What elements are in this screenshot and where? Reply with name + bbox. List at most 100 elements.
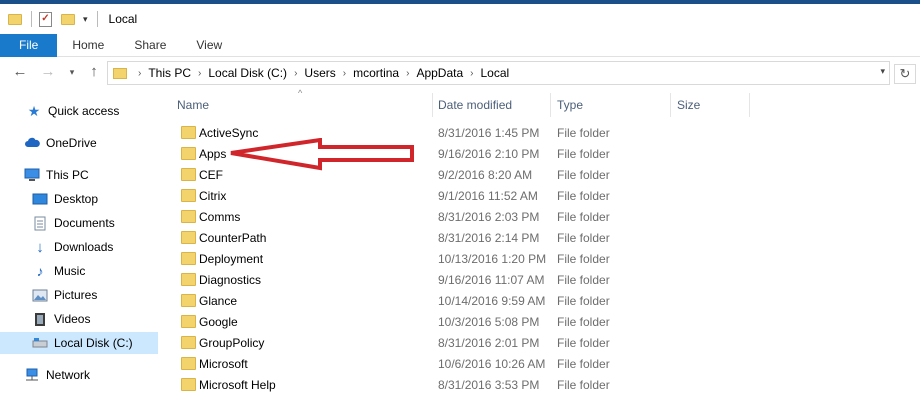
back-arrow-icon[interactable]: ← [10,63,30,80]
table-row[interactable]: CounterPath 8/31/2016 2:14 PM File folde… [158,227,920,248]
up-arrow-icon[interactable]: ↑ [84,63,104,80]
table-row[interactable]: Deployment 10/13/2016 1:20 PM File folde… [158,248,920,269]
folder-icon [181,336,196,349]
column-divider[interactable] [550,93,551,117]
sidebar-item-this-pc[interactable]: This PC [0,164,158,186]
folder-icon [181,294,196,307]
title-bar: ✓ ▾ Local [0,4,920,34]
refresh-icon[interactable]: ↻ [894,64,916,84]
table-row[interactable]: Microsoft Help 8/31/2016 3:53 PM File fo… [158,374,920,395]
customize-quick-access-icon[interactable]: ▾ [83,14,88,25]
sidebar-item-documents[interactable]: Documents [0,212,158,234]
tab-view[interactable]: View [181,34,237,57]
column-header-date-modified[interactable]: Date modified [438,98,512,112]
navigation-pane: ★ Quick access OneDrive This PC Desktop … [0,89,158,395]
folder-icon [181,273,196,286]
chevron-right-icon[interactable]: › [138,68,141,79]
folder-icon [181,210,196,223]
chevron-right-icon[interactable]: › [343,68,346,79]
forward-arrow-icon[interactable]: → [38,63,58,80]
sidebar-item-local-disk[interactable]: Local Disk (C:) [0,332,158,354]
breadcrumb-appdata[interactable]: AppData [416,66,463,80]
sort-ascending-icon: ^ [298,88,303,98]
sidebar-item-label: Music [54,264,86,278]
table-row[interactable]: Microsoft 10/6/2016 10:26 AM File folder [158,353,920,374]
file-type: File folder [557,252,610,266]
toolbar-divider [96,11,98,27]
breadcrumb-local-disk[interactable]: Local Disk (C:) [208,66,287,80]
chevron-right-icon[interactable]: › [406,68,409,79]
column-header-size[interactable]: Size [677,98,700,112]
chevron-right-icon[interactable]: › [470,68,473,79]
table-row[interactable]: Comms 8/31/2016 2:03 PM File folder [158,206,920,227]
tab-share[interactable]: Share [119,34,181,57]
table-row[interactable]: Diagnostics 9/16/2016 11:07 AM File fold… [158,269,920,290]
file-type: File folder [557,126,610,140]
table-row[interactable]: Glance 10/14/2016 9:59 AM File folder [158,290,920,311]
file-date-modified: 9/2/2016 8:20 AM [438,168,533,182]
sidebar-item-label: Documents [54,216,115,230]
column-divider[interactable] [432,93,433,117]
file-date-modified: 8/31/2016 2:14 PM [438,231,540,245]
sidebar-item-label: Pictures [54,288,98,302]
breadcrumb-local[interactable]: Local [481,66,510,80]
file-type: File folder [557,168,610,182]
sidebar-item-label: Desktop [54,192,99,206]
file-type: File folder [557,315,610,329]
file-name: Microsoft Help [199,378,276,392]
cloud-icon [24,136,40,150]
sidebar-item-downloads[interactable]: ↓ Downloads [0,236,158,258]
chevron-right-icon[interactable]: › [198,68,201,79]
breadcrumb-mcortina[interactable]: mcortina [353,66,399,80]
desktop-icon [32,192,48,206]
drive-icon [32,336,48,350]
sidebar-item-quick-access[interactable]: ★ Quick access [0,100,158,122]
sidebar-item-onedrive[interactable]: OneDrive [0,132,158,154]
chevron-down-icon[interactable]: ▾ [880,66,885,77]
file-type: File folder [557,147,610,161]
sidebar-item-label: Videos [54,312,91,326]
window-title: Local [108,12,138,26]
breadcrumb-users[interactable]: Users [304,66,335,80]
sidebar-item-label: Downloads [54,240,114,254]
folder-icon [181,357,196,370]
table-row[interactable]: Google 10/3/2016 5:08 PM File folder [158,311,920,332]
file-date-modified: 8/31/2016 2:03 PM [438,210,540,224]
tab-file[interactable]: File [0,34,58,57]
file-name: GroupPolicy [199,336,265,350]
folder-icon [181,168,196,181]
breadcrumb-this-pc[interactable]: This PC [148,66,191,80]
sidebar-item-label: Quick access [48,104,120,118]
sidebar-item-videos[interactable]: Videos [0,308,158,330]
file-name: Diagnostics [199,273,262,287]
computer-icon [24,168,40,182]
sidebar-item-pictures[interactable]: Pictures [0,284,158,306]
folder-icon [181,126,196,139]
sidebar-item-network[interactable]: Network [0,364,158,386]
file-type: File folder [557,357,610,371]
folder-icon [181,378,196,391]
column-divider[interactable] [670,93,671,117]
address-bar[interactable]: › This PC › Local Disk (C:) › Users › mc… [107,61,890,85]
sidebar-item-music[interactable]: ♪ Music [0,260,158,282]
ribbon-tabs: File Home Share View [0,34,920,57]
chevron-right-icon[interactable]: › [294,68,297,79]
file-date-modified: 8/31/2016 1:45 PM [438,126,540,140]
column-header-name[interactable]: Name [177,98,209,112]
folder-icon [181,252,196,265]
column-header-type[interactable]: Type [557,98,583,112]
table-row[interactable]: GroupPolicy 8/31/2016 2:01 PM File folde… [158,332,920,353]
folder-icon [181,231,196,244]
table-row[interactable]: Citrix 9/1/2016 11:52 AM File folder [158,185,920,206]
new-folder-icon[interactable] [61,13,75,25]
documents-icon [32,216,48,230]
file-type: File folder [557,231,610,245]
tab-home[interactable]: Home [57,34,119,57]
navigation-bar: ← → ▾ ↑ › This PC › Local Disk (C:) › Us… [0,57,920,89]
properties-icon[interactable]: ✓ [39,11,52,27]
file-date-modified: 9/16/2016 2:10 PM [438,147,540,161]
file-date-modified: 10/14/2016 9:59 AM [438,294,546,308]
sidebar-item-desktop[interactable]: Desktop [0,188,158,210]
column-divider[interactable] [749,93,750,117]
recent-locations-icon[interactable]: ▾ [62,67,82,78]
